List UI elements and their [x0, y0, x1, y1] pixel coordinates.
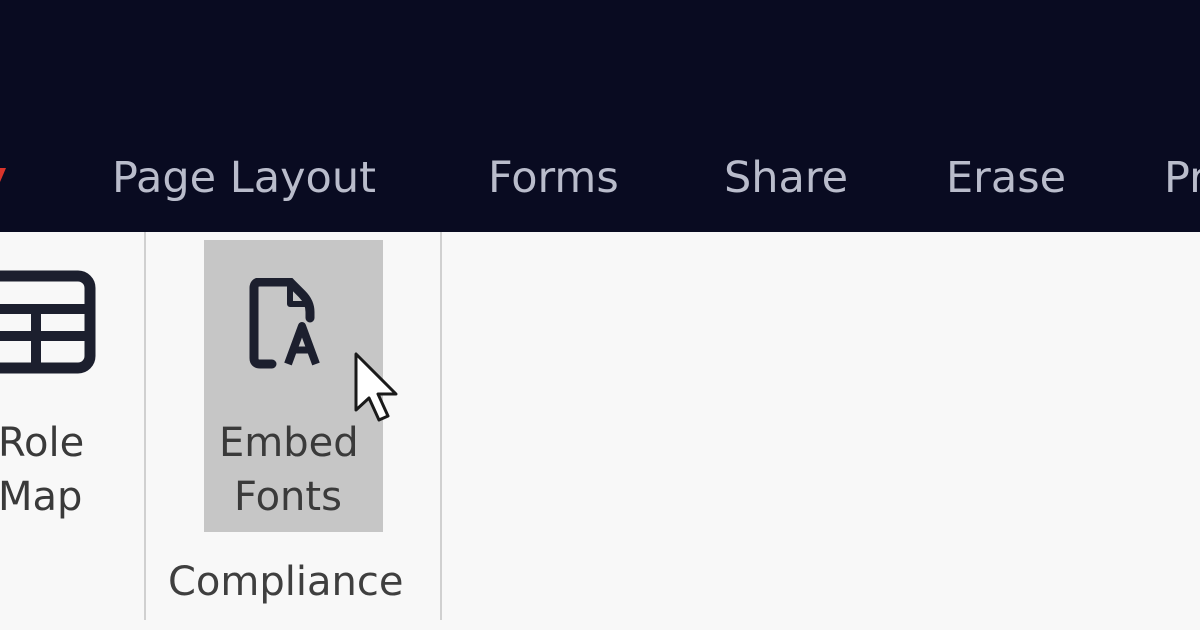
previous-tab-marker: [0, 168, 6, 182]
ribbon-separator: [440, 232, 442, 620]
ribbon-group-label: Compliance: [168, 559, 404, 605]
role-map-label-line1: Role: [0, 420, 85, 466]
embed-fonts-label-line1: Embed: [219, 420, 359, 466]
tab-partial[interactable]: Pr: [1164, 148, 1200, 208]
table-grid-icon: [0, 270, 96, 374]
tab-erase[interactable]: Erase: [946, 148, 1066, 208]
mouse-cursor-icon: [354, 352, 398, 422]
tab-forms[interactable]: Forms: [488, 148, 619, 208]
ribbon-separator: [144, 232, 146, 620]
embed-fonts-label-line2: Fonts: [234, 474, 342, 520]
ribbon-tab-bar: Page Layout Forms Share Erase Pr: [0, 0, 1200, 232]
font-document-icon: [249, 278, 320, 369]
role-map-label-line2: Map: [0, 474, 83, 520]
tab-page-layout[interactable]: Page Layout: [112, 148, 376, 208]
tab-share[interactable]: Share: [724, 148, 848, 208]
